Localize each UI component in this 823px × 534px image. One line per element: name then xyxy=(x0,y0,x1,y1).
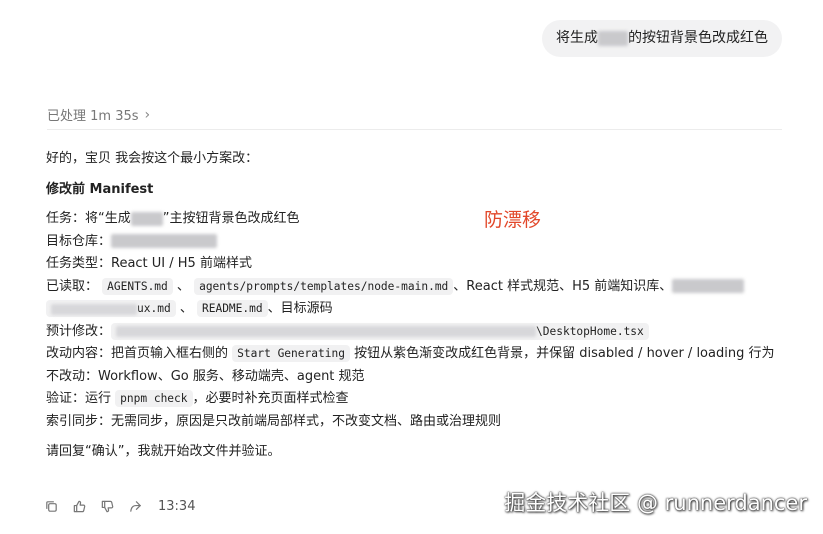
read-line-continued: ux.md 、 README.md 、目标源码 xyxy=(46,298,781,321)
change-suffix: 按钮从紫色渐变改成红色背景，并保留 disabled / hover / loa… xyxy=(354,346,775,361)
user-message-prefix: 将生成 xyxy=(556,30,598,46)
task-type-line: 任务类型：React UI / H5 前端样式 xyxy=(46,256,252,271)
expected-label: 预计修改： xyxy=(46,323,112,339)
read-file-template: agents/prompts/templates/node-main.md xyxy=(194,277,454,295)
message-actions: 13:34 xyxy=(44,499,195,514)
expected-line: 预计修改： \DesktopHome.tsx xyxy=(46,321,781,344)
verify-label: 验证：运行 xyxy=(46,391,112,406)
thumbs-down-icon[interactable] xyxy=(100,499,115,514)
change-button-name: Start Generating xyxy=(232,345,350,362)
read-file-readme: README.md xyxy=(196,300,268,317)
thinking-toggle[interactable]: 已处理 1m 35s › xyxy=(47,105,151,125)
user-message-bubble: 将生成 的按钮背景色改成红色 xyxy=(542,20,782,57)
task-suffix: ”主按钮背景色改成红色 xyxy=(162,211,300,226)
redacted-blur xyxy=(598,30,628,46)
repo-line: 目标仓库： xyxy=(46,231,781,254)
repo-label: 目标仓库： xyxy=(46,233,112,249)
watermark: 掘金技术社区 @ runnerdancer xyxy=(504,491,807,515)
read-text: 、React 样式规范、H5 前端知识库、 xyxy=(453,278,673,294)
chevron-right-icon: › xyxy=(144,106,151,123)
share-icon[interactable] xyxy=(128,499,143,514)
redacted-blur xyxy=(672,279,745,293)
verify-suffix: ，必要时补充页面样式检查 xyxy=(192,391,349,406)
read-sep: 、 xyxy=(176,278,190,294)
redacted-blur xyxy=(51,303,137,315)
thinking-label: 已处理 1m 35s xyxy=(47,109,139,124)
response-intro: 好的，宝贝 我会按这个最小方案改： xyxy=(46,151,259,166)
read-file-redacted: ux.md xyxy=(46,300,176,317)
read-file-redacted-suffix: ux.md xyxy=(137,302,171,315)
redacted-blur xyxy=(116,326,537,337)
change-line: 改动内容：把首页输入框右侧的 Start Generating 按钮从紫色渐变改… xyxy=(46,343,781,366)
change-label: 改动内容：把首页输入框右侧的 xyxy=(46,346,229,361)
overlay-annotation: 防漂移 xyxy=(484,209,542,231)
redacted-blur xyxy=(130,211,163,226)
message-timestamp: 13:34 xyxy=(158,499,196,514)
unchanged-line: 不改动：Workflow、Go 服务、移动端壳、agent 规范 xyxy=(46,368,365,384)
assistant-response: 好的，宝贝 我会按这个最小方案改： 修改前 Manifest 任务：将“生成 ”主… xyxy=(46,148,781,464)
verify-command: pnpm check xyxy=(115,390,193,407)
read-file-agents: AGENTS.md xyxy=(102,277,173,295)
user-message-suffix: 的按钮背景色改成红色 xyxy=(628,30,768,46)
task-label: 任务：将“生成 xyxy=(46,211,131,226)
read-sep: 、 xyxy=(179,301,193,316)
divider xyxy=(47,129,782,130)
thumbs-up-icon[interactable] xyxy=(72,499,87,514)
expected-file-suffix: \DesktopHome.tsx xyxy=(536,324,644,338)
read-line: 已读取： AGENTS.md 、 agents/prompts/template… xyxy=(46,276,781,299)
redacted-blur xyxy=(111,234,218,248)
read-label: 已读取： xyxy=(46,278,99,294)
index-sync-line: 索引同步：无需同步，原因是只改前端局部样式，不改变文档、路由或治理规则 xyxy=(46,413,502,429)
reply-prompt: 请回复“确认”，我就开始改文件并验证。 xyxy=(46,444,281,459)
expected-file: \DesktopHome.tsx xyxy=(111,322,649,340)
copy-icon[interactable] xyxy=(44,499,59,514)
read-suffix: 、目标源码 xyxy=(267,301,333,316)
verify-line: 验证：运行 pnpm check ，必要时补充页面样式检查 xyxy=(46,388,781,411)
response-heading: 修改前 Manifest xyxy=(46,181,154,197)
task-line: 任务：将“生成 ”主按钮背景色改成红色 xyxy=(46,208,781,231)
